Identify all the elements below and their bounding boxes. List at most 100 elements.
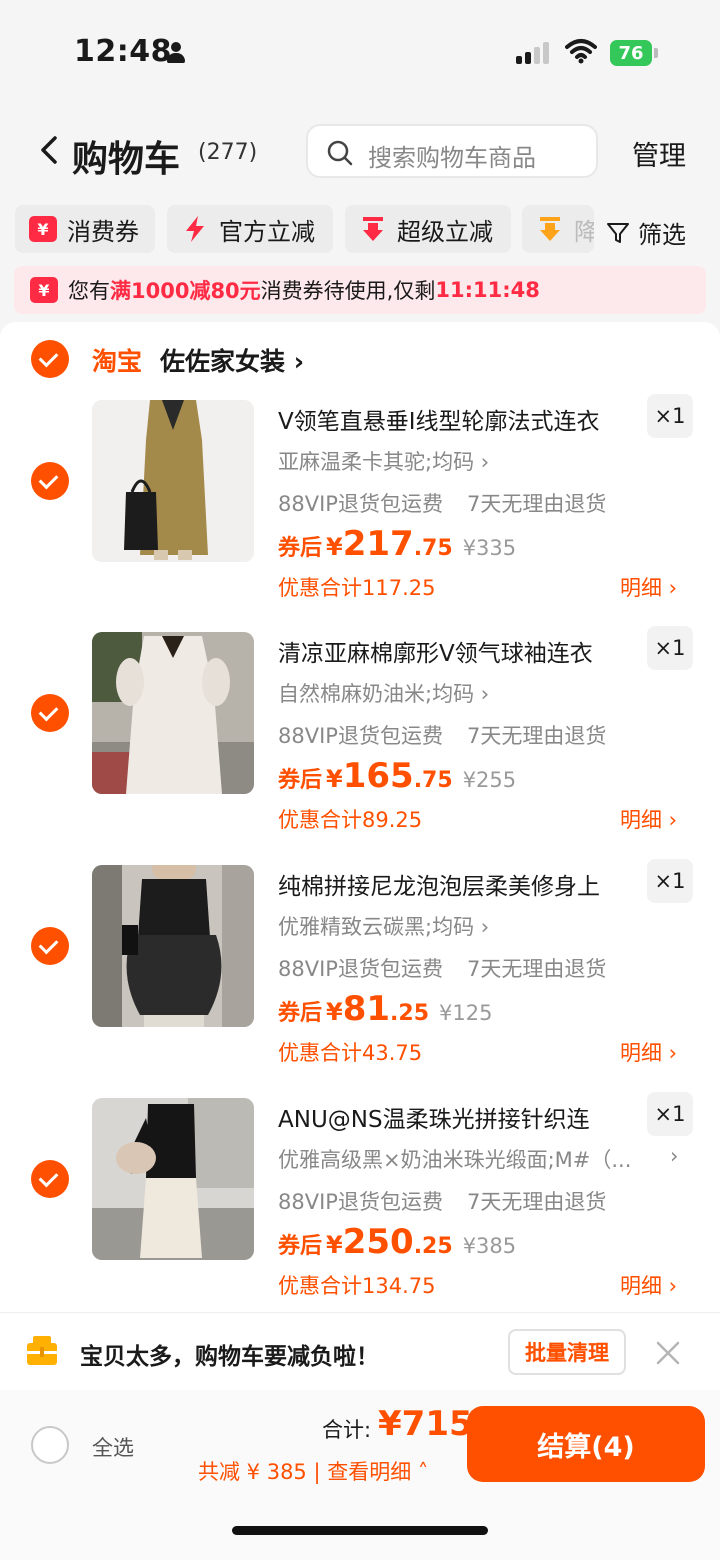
chip-coupon[interactable]: ¥ 消费券 (15, 205, 155, 253)
shop-name-link[interactable]: 佐佐家女装 › (160, 342, 304, 378)
chevron-right-icon: › (662, 1041, 678, 1065)
chevron-right-icon: › (285, 347, 305, 376)
select-all-label[interactable]: 全选 (92, 1432, 134, 1462)
sku-selector[interactable]: 优雅精致云碳黑;均码 › (278, 911, 688, 941)
filter-funnel-icon (607, 222, 629, 243)
chip-label: 消费券 (67, 217, 139, 246)
tag-return-shipping: 88VIP退货包运费 (278, 492, 443, 516)
coupon-highlight: 满1000减80元 (110, 279, 261, 303)
item-checkbox[interactable] (31, 694, 69, 732)
chip-official-discount[interactable]: 官方立减 (167, 205, 333, 253)
detail-link[interactable]: 明细 › (620, 804, 677, 834)
manage-button[interactable]: 管理 (632, 134, 686, 173)
detail-label: 明细 (620, 1274, 662, 1298)
cart-card: 淘宝 佐佐家女装 › V领笔直悬垂I线型轮廓法式连衣 ×1 亚麻温柔卡其驼;均码… (0, 322, 720, 1312)
cellular-signal-icon (516, 42, 552, 64)
price: 券后 ¥217.75 ¥335 (278, 524, 516, 568)
savings-detail-link[interactable]: 共减 ¥ 385 | 查看明细 ˄ (198, 1456, 428, 1486)
total-label: 合计: (322, 1418, 372, 1442)
sku-text: 自然棉麻奶油米;均码 (278, 682, 475, 706)
detail-link[interactable]: 明细 › (620, 572, 677, 602)
original-price: ¥255 (462, 768, 517, 792)
checkout-bar: 全选 合计: ¥715 共减 ¥ 385 | 查看明细 ˄ 结算(4) (0, 1390, 720, 1560)
quantity-button[interactable]: ×1 (647, 1092, 693, 1136)
cart-item: 纯棉拼接尼龙泡泡层柔美修身上 ×1 优雅精致云碳黑;均码 › 88VIP退货包运… (0, 859, 720, 1097)
sku-selector[interactable]: 亚麻温柔卡其驼;均码 › (278, 446, 688, 476)
arrow-down-icon (363, 217, 383, 241)
chevron-right-icon: › (474, 915, 490, 939)
filter-chips: ¥ 消费券 官方立减 超级立减 降 筛选 (0, 205, 720, 255)
price-drop-icon (540, 217, 560, 241)
discount-total: 优惠合计43.75 (278, 1041, 423, 1065)
price-currency: ¥ (326, 998, 343, 1026)
chip-price-drop[interactable]: 降 (522, 205, 594, 253)
original-price: ¥335 (462, 536, 517, 560)
price-currency: ¥ (326, 765, 343, 793)
price: 券后 ¥165.75 ¥255 (278, 756, 516, 800)
quantity-button[interactable]: ×1 (647, 394, 693, 438)
tag-return-shipping: 88VIP退货包运费 (278, 1190, 443, 1214)
chevron-right-icon: › (662, 576, 678, 600)
sku-text: 亚麻温柔卡其驼;均码 (278, 450, 475, 474)
chevron-right-icon: › (662, 808, 678, 832)
quantity-button[interactable]: ×1 (647, 626, 693, 670)
item-title[interactable]: ANU@NS温柔珠光拼接针织连 (278, 1100, 628, 1134)
item-checkbox[interactable] (31, 1160, 69, 1198)
quantity-button[interactable]: ×1 (647, 859, 693, 903)
original-price: ¥125 (439, 1001, 493, 1025)
checkout-button[interactable]: 结算(4) (467, 1406, 705, 1482)
product-image[interactable] (92, 632, 254, 794)
total-value: ¥715 (378, 1404, 473, 1444)
price-prefix: 券后 (278, 768, 323, 793)
yen-coupon-icon: ¥ (29, 216, 57, 242)
shop-header: 淘宝 佐佐家女装 › (0, 338, 720, 378)
batch-clean-button[interactable]: 批量清理 (508, 1329, 626, 1375)
sku-selector[interactable]: 优雅高级黑×奶油米珠光缎面;M#（... › (278, 1144, 688, 1174)
price-integer: 165 (342, 756, 414, 796)
chip-super-discount[interactable]: 超级立减 (345, 205, 511, 253)
chevron-up-icon: ˄ (411, 1460, 429, 1484)
item-title[interactable]: V领笔直悬垂I线型轮廓法式连衣 (278, 402, 628, 436)
price-decimal: .75 (413, 768, 453, 793)
detail-link[interactable]: 明细 › (620, 1270, 677, 1300)
search-input[interactable]: 搜索购物车商品 (306, 124, 598, 178)
person-icon (166, 42, 186, 64)
price-prefix: 券后 (278, 536, 323, 561)
item-title[interactable]: 清凉亚麻棉廓形V领气球袖连衣 (278, 634, 628, 668)
item-checkbox[interactable] (31, 462, 69, 500)
tip-text: 宝贝太多，购物车要减负啦！ (80, 1344, 379, 1370)
detail-link[interactable]: 明细 › (620, 1037, 677, 1067)
service-tags: 88VIP退货包运费 7天无理由退货 (278, 953, 606, 983)
item-title[interactable]: 纯棉拼接尼龙泡泡层柔美修身上 (278, 867, 628, 901)
shop-checkbox[interactable] (31, 340, 69, 378)
cleanup-tip-bar: 宝贝太多，购物车要减负啦！ 批量清理 (0, 1312, 720, 1390)
cart-item: ANU@NS温柔珠光拼接针织连 ×1 优雅高级黑×奶油米珠光缎面;M#（... ›… (0, 1092, 720, 1330)
page-title: 购物车 (72, 139, 181, 180)
chevron-right-icon: › (670, 1144, 679, 1168)
coupon-banner[interactable]: ¥ 您有 满1000减80元 消费券待使用,仅剩 11:11:48 (14, 266, 706, 314)
detail-label: 明细 (620, 808, 662, 832)
price-currency: ¥ (326, 533, 343, 561)
product-image[interactable] (92, 865, 254, 1027)
close-icon[interactable] (654, 1339, 682, 1367)
filter-label: 筛选 (638, 221, 686, 249)
product-image[interactable] (92, 400, 254, 562)
back-icon[interactable] (38, 136, 62, 164)
chevron-right-icon: › (662, 1274, 678, 1298)
home-indicator (232, 1526, 488, 1535)
filter-button[interactable]: 筛选 (606, 215, 686, 250)
tag-7day-return: 7天无理由退货 (466, 957, 607, 981)
sku-selector[interactable]: 自然棉麻奶油米;均码 › (278, 678, 688, 708)
chip-label: 降 (574, 217, 594, 246)
product-image[interactable] (92, 1098, 254, 1260)
discount-total: 优惠合计89.25 (278, 808, 423, 832)
item-checkbox[interactable] (31, 927, 69, 965)
select-all-checkbox[interactable] (31, 1426, 69, 1464)
detail-label: 明细 (620, 1041, 662, 1065)
price-currency: ¥ (326, 1231, 343, 1259)
price: 券后 ¥81.25 ¥125 (278, 989, 492, 1033)
lightning-icon (186, 216, 204, 242)
shop-platform: 淘宝 (92, 347, 143, 376)
price-prefix: 券后 (278, 1234, 323, 1259)
coupon-prefix: 您有 (68, 279, 110, 303)
